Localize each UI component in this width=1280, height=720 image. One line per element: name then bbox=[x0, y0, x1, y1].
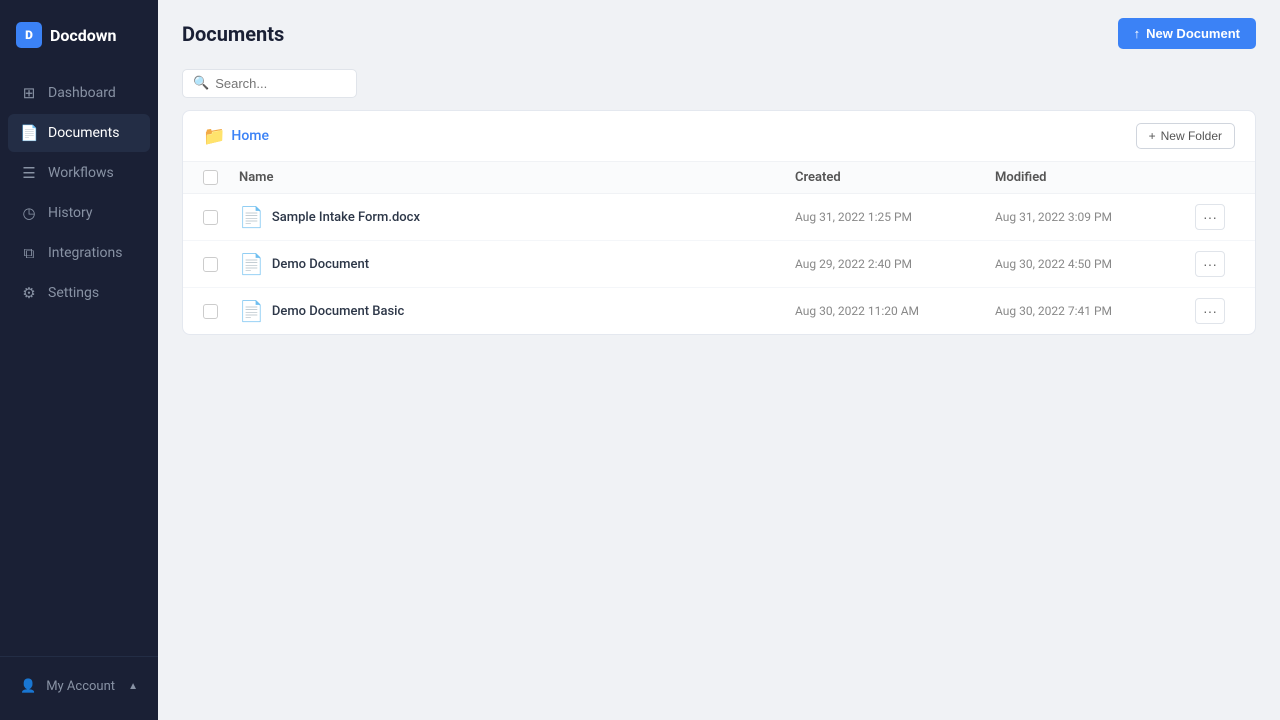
doc-name-cell: 📄 Sample Intake Form.docx bbox=[239, 205, 795, 229]
folder-icon: 📁 bbox=[203, 126, 225, 147]
documents-panel: 📁 Home + New Folder Name Created Modifie… bbox=[182, 110, 1256, 335]
column-name: Name bbox=[239, 170, 795, 185]
sidebar-item-label: Dashboard bbox=[48, 85, 116, 101]
table-row[interactable]: 📄 Demo Document Aug 29, 2022 2:40 PM Aug… bbox=[183, 241, 1255, 288]
document-list: 📄 Sample Intake Form.docx Aug 31, 2022 1… bbox=[183, 194, 1255, 334]
sidebar-item-workflows[interactable]: ☰ Workflows bbox=[8, 154, 150, 192]
plus-icon: + bbox=[1149, 129, 1156, 143]
doc-created-date: Aug 31, 2022 1:25 PM bbox=[795, 210, 995, 224]
app-logo[interactable]: D Docdown bbox=[0, 0, 158, 70]
row-checkbox-wrap bbox=[203, 304, 239, 319]
breadcrumb-label: Home bbox=[231, 128, 269, 144]
sidebar-item-integrations[interactable]: ⧉ Integrations bbox=[8, 234, 150, 272]
page-title: Documents bbox=[182, 22, 284, 46]
new-document-button[interactable]: ↑ New Document bbox=[1118, 18, 1256, 49]
workflows-icon: ☰ bbox=[20, 164, 38, 182]
new-folder-label: New Folder bbox=[1161, 129, 1222, 143]
account-menu[interactable]: 👤 My Account ▲ bbox=[8, 669, 150, 704]
chevron-up-icon: ▲ bbox=[128, 681, 138, 692]
doc-modified-date: Aug 30, 2022 4:50 PM bbox=[995, 257, 1195, 271]
search-icon: 🔍 bbox=[193, 76, 209, 91]
row-checkbox-1[interactable] bbox=[203, 257, 218, 272]
sidebar-nav: ⊞ Dashboard 📄 Documents ☰ Workflows ◷ Hi… bbox=[0, 70, 158, 656]
doc-pdf-icon: 📄 bbox=[239, 299, 264, 323]
integrations-icon: ⧉ bbox=[20, 244, 38, 262]
sidebar-bottom: 👤 My Account ▲ bbox=[0, 656, 158, 720]
sidebar-item-documents[interactable]: 📄 Documents bbox=[8, 114, 150, 152]
sidebar-item-label: Documents bbox=[48, 125, 119, 141]
select-all-checkbox[interactable] bbox=[203, 170, 218, 185]
row-checkbox-0[interactable] bbox=[203, 210, 218, 225]
sidebar: D Docdown ⊞ Dashboard 📄 Documents ☰ Work… bbox=[0, 0, 158, 720]
doc-name-cell: 📄 Demo Document Basic bbox=[239, 299, 795, 323]
row-checkbox-2[interactable] bbox=[203, 304, 218, 319]
history-icon: ◷ bbox=[20, 204, 38, 222]
table-row[interactable]: 📄 Demo Document Basic Aug 30, 2022 11:20… bbox=[183, 288, 1255, 334]
sidebar-item-history[interactable]: ◷ History bbox=[8, 194, 150, 232]
doc-name-cell: 📄 Demo Document bbox=[239, 252, 795, 276]
dashboard-icon: ⊞ bbox=[20, 84, 38, 102]
doc-modified-date: Aug 31, 2022 3:09 PM bbox=[995, 210, 1195, 224]
more-options-button[interactable]: ··· bbox=[1195, 251, 1225, 277]
doc-pdf-icon: 📄 bbox=[239, 205, 264, 229]
column-modified: Modified bbox=[995, 170, 1195, 185]
sidebar-item-dashboard[interactable]: ⊞ Dashboard bbox=[8, 74, 150, 112]
settings-icon: ⚙ bbox=[20, 284, 38, 302]
search-input-wrapper: 🔍 bbox=[182, 69, 357, 98]
doc-created-date: Aug 30, 2022 11:20 AM bbox=[795, 304, 995, 318]
table-row[interactable]: 📄 Sample Intake Form.docx Aug 31, 2022 1… bbox=[183, 194, 1255, 241]
sidebar-item-label: Workflows bbox=[48, 165, 114, 181]
account-icon: 👤 bbox=[20, 679, 36, 694]
upload-icon: ↑ bbox=[1134, 26, 1141, 41]
table-header: Name Created Modified bbox=[183, 162, 1255, 194]
account-label: My Account bbox=[46, 679, 115, 694]
content-area: 🔍 📁 Home + New Folder bbox=[158, 59, 1280, 720]
logo-icon: D bbox=[16, 22, 42, 48]
documents-icon: 📄 bbox=[20, 124, 38, 142]
row-checkbox-wrap bbox=[203, 210, 239, 225]
top-bar: Documents ↑ New Document bbox=[158, 0, 1280, 59]
doc-pdf-icon: 📄 bbox=[239, 252, 264, 276]
new-folder-button[interactable]: + New Folder bbox=[1136, 123, 1235, 149]
row-checkbox-wrap bbox=[203, 257, 239, 272]
panel-header: 📁 Home + New Folder bbox=[183, 111, 1255, 162]
search-input[interactable] bbox=[215, 76, 346, 91]
more-options-button[interactable]: ··· bbox=[1195, 298, 1225, 324]
sidebar-item-settings[interactable]: ⚙ Settings bbox=[8, 274, 150, 312]
column-created: Created bbox=[795, 170, 995, 185]
app-name: Docdown bbox=[50, 26, 117, 45]
sidebar-item-label: Settings bbox=[48, 285, 99, 301]
breadcrumb: 📁 Home bbox=[203, 126, 269, 147]
more-options-button[interactable]: ··· bbox=[1195, 204, 1225, 230]
doc-name: Demo Document Basic bbox=[272, 304, 404, 319]
doc-name: Demo Document bbox=[272, 257, 369, 272]
search-bar-wrap: 🔍 bbox=[182, 69, 1256, 98]
doc-name: Sample Intake Form.docx bbox=[272, 210, 420, 225]
doc-modified-date: Aug 30, 2022 7:41 PM bbox=[995, 304, 1195, 318]
doc-created-date: Aug 29, 2022 2:40 PM bbox=[795, 257, 995, 271]
select-all-wrap bbox=[203, 170, 239, 185]
main-content: Documents ↑ New Document 🔍 📁 Home + bbox=[158, 0, 1280, 720]
new-document-label: New Document bbox=[1146, 26, 1240, 41]
sidebar-item-label: Integrations bbox=[48, 245, 122, 261]
sidebar-item-label: History bbox=[48, 205, 93, 221]
